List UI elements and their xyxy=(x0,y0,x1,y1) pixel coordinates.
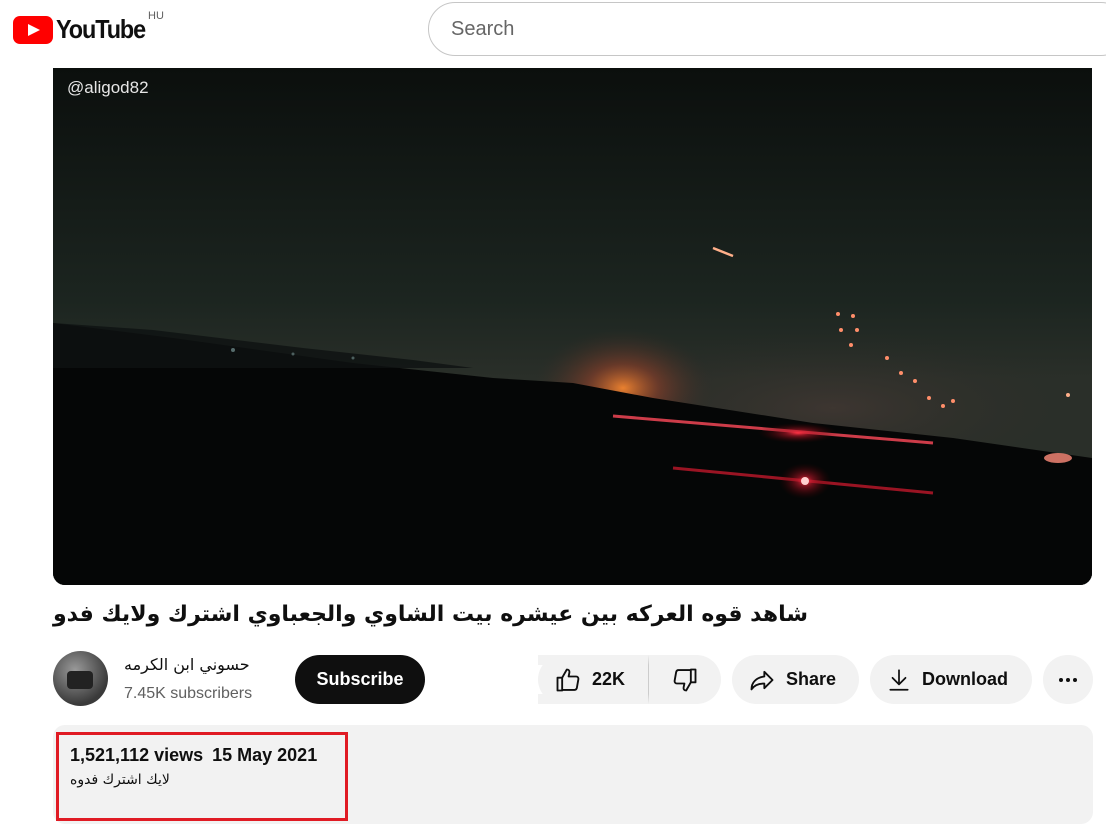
description-text: لايك اشترك فدوه xyxy=(70,772,170,788)
channel-avatar[interactable] xyxy=(53,651,108,706)
region-code: HU xyxy=(148,10,164,22)
share-arrow-icon xyxy=(748,666,776,694)
channel-name[interactable]: حسوني ابن الكرمه xyxy=(124,655,250,674)
video-frame xyxy=(53,68,1092,585)
subscribe-button[interactable]: Subscribe xyxy=(295,655,425,704)
thumbs-up-icon xyxy=(554,666,582,694)
share-label: Share xyxy=(786,669,837,689)
download-icon xyxy=(886,667,912,693)
download-button[interactable]: Download xyxy=(870,655,1032,704)
like-button[interactable]: 22K xyxy=(538,655,649,704)
download-label: Download xyxy=(922,669,1008,689)
view-count: 1,521,112 views xyxy=(70,745,204,765)
video-watermark: @aligod82 xyxy=(67,78,149,97)
logo-text: YouTube xyxy=(56,14,146,44)
video-metadata: 1,521,112 views 15 May 2021 xyxy=(70,745,317,766)
like-dislike-group: 22K xyxy=(538,655,721,704)
video-title: شاهد قوه العركه بين عيشره بيت الشاوي وال… xyxy=(53,602,809,627)
top-bar: YouTube HU xyxy=(0,0,1106,62)
more-actions-button[interactable] xyxy=(1043,655,1093,704)
search-input[interactable] xyxy=(451,15,1051,43)
dislike-button[interactable] xyxy=(649,655,721,704)
youtube-logo[interactable]: YouTube xyxy=(13,14,155,45)
upload-date: 15 May 2021 xyxy=(212,745,318,765)
share-button[interactable]: Share xyxy=(732,655,859,704)
like-count: 22K xyxy=(592,669,626,689)
more-horizontal-icon xyxy=(1056,668,1080,692)
thumbs-down-icon xyxy=(671,666,699,694)
search-box[interactable] xyxy=(428,2,1106,56)
video-player[interactable]: @aligod82 xyxy=(53,68,1092,585)
youtube-play-icon xyxy=(13,15,53,44)
subscriber-count: 7.45K subscribers xyxy=(124,685,253,702)
